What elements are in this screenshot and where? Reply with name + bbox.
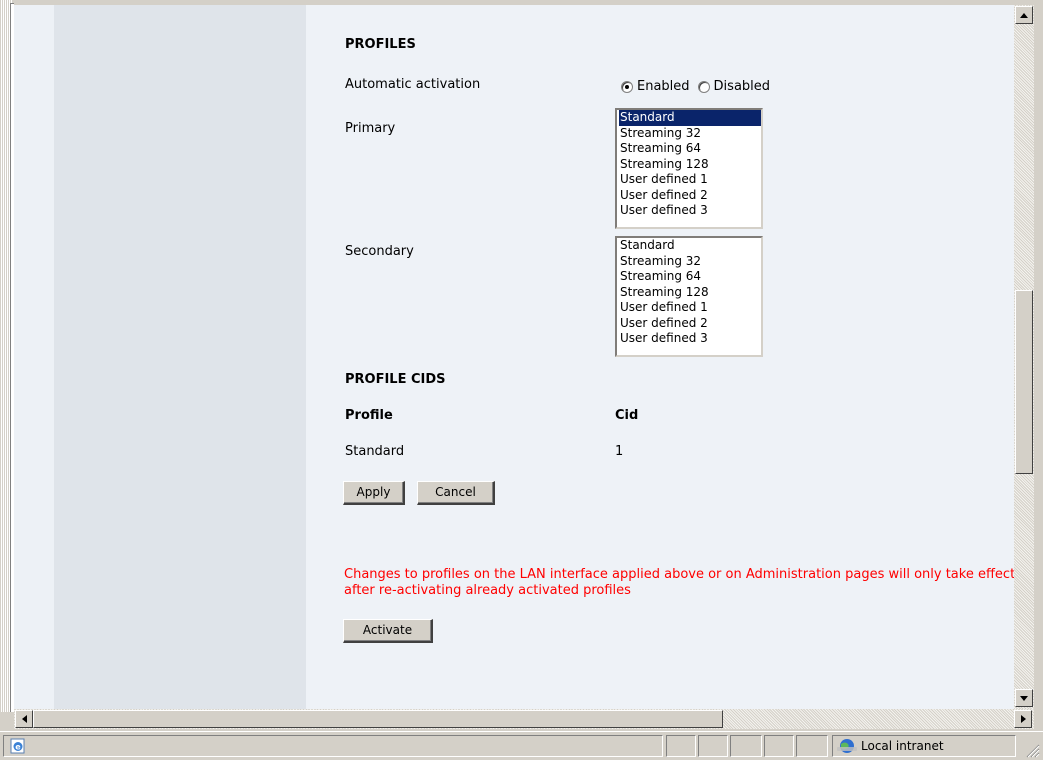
horizontal-scroll-thumb[interactable]: [33, 710, 723, 728]
page-viewport: PROFILES Automatic activation Enabled Di…: [14, 5, 1014, 709]
cancel-button[interactable]: Cancel: [417, 481, 495, 505]
list-option[interactable]: User defined 3: [619, 331, 761, 347]
list-option[interactable]: User defined 2: [619, 188, 761, 204]
list-option[interactable]: Streaming 32: [619, 254, 761, 270]
secondary-label: Secondary: [345, 244, 414, 259]
apply-button[interactable]: Apply: [343, 481, 405, 505]
zone-label: Local intranet: [861, 739, 944, 753]
scrollbar-corner: [1034, 709, 1043, 729]
enabled-radio[interactable]: [621, 80, 633, 93]
security-zone-panel: Local intranet: [832, 735, 1016, 757]
primary-profile-listbox[interactable]: Standard Streaming 32 Streaming 64 Strea…: [615, 108, 763, 229]
horizontal-scrollbar[interactable]: [14, 709, 1034, 729]
local-intranet-icon: [837, 739, 857, 753]
secondary-profile-listbox[interactable]: Standard Streaming 32 Streaming 64 Strea…: [615, 236, 763, 357]
activation-warning: Changes to profiles on the LAN interface…: [344, 567, 1014, 598]
status-panel: [764, 735, 794, 757]
ie-page-icon: e: [10, 738, 25, 754]
cid-table-cell-profile: Standard: [345, 444, 405, 459]
status-panel: [796, 735, 828, 757]
list-option[interactable]: User defined 1: [619, 172, 761, 188]
cid-table-cell-cid: 1: [615, 444, 624, 459]
svg-text:e: e: [15, 743, 21, 752]
cid-table-header-cid: Cid: [615, 408, 639, 423]
list-option[interactable]: Streaming 64: [619, 269, 761, 285]
window-frame-top: [0, 0, 1043, 4]
list-option[interactable]: User defined 1: [619, 300, 761, 316]
resize-grip-icon[interactable]: [1024, 742, 1040, 758]
profiles-heading: PROFILES: [345, 37, 416, 52]
enabled-radio-label[interactable]: Enabled: [637, 79, 690, 94]
status-panel: [730, 735, 762, 757]
list-option[interactable]: Streaming 32: [619, 126, 761, 142]
status-panel: [698, 735, 728, 757]
scroll-up-arrow[interactable]: [1015, 6, 1033, 24]
list-option[interactable]: Streaming 128: [619, 157, 761, 173]
list-option[interactable]: Streaming 128: [619, 285, 761, 301]
status-text-panel: e: [3, 735, 663, 757]
status-panel: [666, 735, 696, 757]
disabled-radio[interactable]: [697, 80, 710, 93]
list-option[interactable]: Standard: [619, 110, 761, 126]
scroll-down-arrow[interactable]: [1015, 689, 1033, 707]
automatic-activation-label: Automatic activation: [345, 77, 481, 92]
list-option[interactable]: Standard: [619, 238, 761, 254]
primary-label: Primary: [345, 121, 396, 136]
side-navigation-column: [54, 5, 306, 709]
list-option[interactable]: User defined 2: [619, 316, 761, 332]
list-option[interactable]: Streaming 64: [619, 141, 761, 157]
activate-button[interactable]: Activate: [343, 619, 433, 643]
cid-table-header-profile: Profile: [345, 408, 393, 423]
automatic-activation-radio-group: Enabled Disabled: [621, 79, 778, 94]
profile-cids-heading: PROFILE CIDS: [345, 372, 446, 387]
left-margin-strip: [14, 5, 54, 709]
list-option[interactable]: User defined 3: [619, 203, 761, 219]
vertical-scrollbar[interactable]: [1014, 5, 1034, 709]
vertical-scroll-thumb[interactable]: [1015, 290, 1033, 474]
status-bar: e Local intranet: [0, 731, 1043, 760]
disabled-radio-label[interactable]: Disabled: [714, 79, 770, 94]
scroll-right-arrow[interactable]: [1014, 710, 1032, 728]
scroll-left-arrow[interactable]: [15, 710, 33, 728]
